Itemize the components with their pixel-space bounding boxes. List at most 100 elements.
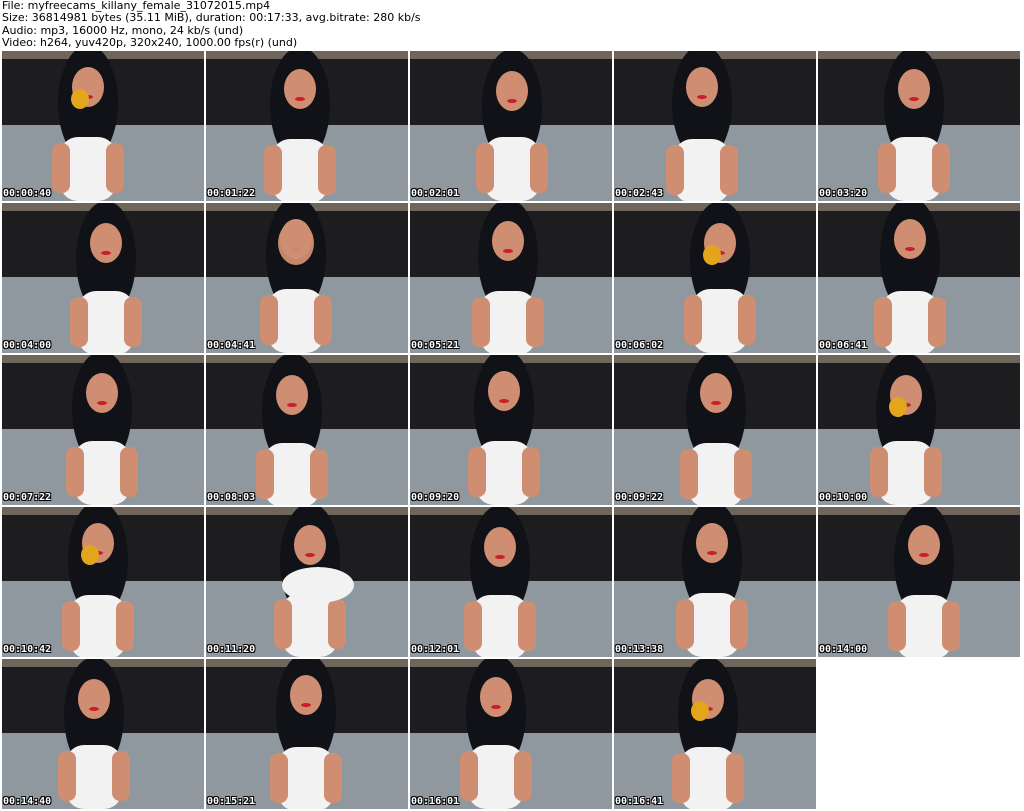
thumbnail-scene bbox=[2, 659, 204, 809]
arm-shape bbox=[70, 297, 88, 347]
arm-shape bbox=[734, 449, 752, 499]
thumbnail-timestamp: 00:01:22 bbox=[207, 188, 256, 199]
video-thumbnail: 00:01:22 bbox=[206, 51, 408, 201]
thumbnail-timestamp: 00:10:42 bbox=[3, 644, 52, 655]
arm-shape bbox=[464, 601, 482, 651]
hand-shape bbox=[278, 221, 314, 265]
arm-shape bbox=[726, 753, 744, 803]
lips-shape bbox=[295, 97, 305, 101]
lips-shape bbox=[909, 97, 919, 101]
arm-shape bbox=[530, 143, 548, 193]
video-thumbnail: 00:16:01 bbox=[410, 659, 612, 809]
thumbnail-timestamp: 00:15:21 bbox=[207, 796, 256, 807]
thumbnail-timestamp: 00:04:41 bbox=[207, 340, 256, 351]
thumbnail-scene bbox=[818, 51, 1020, 201]
lips-shape bbox=[305, 553, 315, 557]
lips-shape bbox=[491, 705, 501, 709]
arm-shape bbox=[720, 145, 738, 195]
arm-shape bbox=[526, 297, 544, 347]
video-thumbnail: 00:06:41 bbox=[818, 203, 1020, 353]
arm-shape bbox=[460, 751, 478, 801]
video-thumbnail: 00:03:20 bbox=[818, 51, 1020, 201]
arm-shape bbox=[314, 295, 332, 345]
arm-shape bbox=[680, 449, 698, 499]
thumbnail-scene bbox=[410, 51, 612, 201]
thumbnail-timestamp: 00:12:01 bbox=[411, 644, 460, 655]
thumbnail-timestamp: 00:04:00 bbox=[3, 340, 52, 351]
face-shape bbox=[696, 523, 728, 563]
face-shape bbox=[686, 67, 718, 107]
video-thumbnail: 00:13:38 bbox=[614, 507, 816, 657]
video-thumbnail: 00:08:03 bbox=[206, 355, 408, 505]
arm-shape bbox=[472, 297, 490, 347]
lips-shape bbox=[697, 95, 707, 99]
arm-shape bbox=[62, 601, 80, 651]
shirt-shape bbox=[282, 567, 354, 603]
thumbnail-timestamp: 00:13:38 bbox=[615, 644, 664, 655]
video-thumbnail: 00:15:21 bbox=[206, 659, 408, 809]
thumbnail-scene bbox=[206, 659, 408, 809]
lips-shape bbox=[101, 251, 111, 255]
video-thumbnail: 00:06:02 bbox=[614, 203, 816, 353]
thumbnail-timestamp: 00:14:00 bbox=[819, 644, 868, 655]
video-thumbnail: 00:16:41 bbox=[614, 659, 816, 809]
thumbnail-timestamp: 00:03:20 bbox=[819, 188, 868, 199]
video-info-line: Video: h264, yuv420p, 320x240, 1000.00 f… bbox=[2, 36, 298, 50]
lips-shape bbox=[707, 551, 717, 555]
video-thumbnail: 00:09:20 bbox=[410, 355, 612, 505]
arm-shape bbox=[270, 753, 288, 803]
video-thumbnail: 00:09:22 bbox=[614, 355, 816, 505]
video-thumbnail: 00:05:21 bbox=[410, 203, 612, 353]
arm-shape bbox=[874, 297, 892, 347]
arm-shape bbox=[58, 751, 76, 801]
face-shape bbox=[290, 675, 322, 715]
thumbnail-timestamp: 00:02:01 bbox=[411, 188, 460, 199]
thumbnail-scene bbox=[2, 51, 204, 201]
arm-shape bbox=[514, 751, 532, 801]
thumbnail-timestamp: 00:16:41 bbox=[615, 796, 664, 807]
arm-shape bbox=[522, 447, 540, 497]
thumbnail-scene bbox=[206, 507, 408, 657]
face-shape bbox=[492, 221, 524, 261]
size-info-line: Size: 36814981 bytes (35.11 MiB), durati… bbox=[2, 11, 421, 25]
thumbnail-timestamp: 00:02:43 bbox=[615, 188, 664, 199]
video-thumbnail: 00:04:00 bbox=[2, 203, 204, 353]
video-thumbnail: 00:11:20 bbox=[206, 507, 408, 657]
arm-shape bbox=[66, 447, 84, 497]
face-shape bbox=[700, 373, 732, 413]
face-shape bbox=[276, 375, 308, 415]
video-thumbnail: 00:02:01 bbox=[410, 51, 612, 201]
video-thumbnail: 00:10:00 bbox=[818, 355, 1020, 505]
arm-shape bbox=[116, 601, 134, 651]
thumbnail-timestamp: 00:08:03 bbox=[207, 492, 256, 503]
lips-shape bbox=[499, 399, 509, 403]
arm-shape bbox=[274, 599, 292, 649]
face-shape bbox=[908, 525, 940, 565]
arm-shape bbox=[878, 143, 896, 193]
thumbnail-scene bbox=[614, 659, 816, 809]
thumbnail-scene bbox=[2, 203, 204, 353]
arm-shape bbox=[932, 143, 950, 193]
thumbnail-timestamp: 00:06:02 bbox=[615, 340, 664, 351]
thumbnail-timestamp: 00:00:40 bbox=[3, 188, 52, 199]
thumbnail-scene bbox=[410, 355, 612, 505]
thumbnail-scene bbox=[410, 507, 612, 657]
thumbnail-timestamp: 00:05:21 bbox=[411, 340, 460, 351]
thumbnail-scene bbox=[206, 203, 408, 353]
arm-shape bbox=[468, 447, 486, 497]
lips-shape bbox=[711, 401, 721, 405]
lips-shape bbox=[89, 707, 99, 711]
video-thumbnail: 00:12:01 bbox=[410, 507, 612, 657]
arm-shape bbox=[106, 143, 124, 193]
arm-shape bbox=[738, 295, 756, 345]
fruit-shape bbox=[889, 397, 907, 417]
arm-shape bbox=[112, 751, 130, 801]
face-shape bbox=[488, 371, 520, 411]
arm-shape bbox=[318, 145, 336, 195]
face-shape bbox=[898, 69, 930, 109]
arm-shape bbox=[888, 601, 906, 651]
thumbnail-scene bbox=[2, 507, 204, 657]
thumbnail-timestamp: 00:09:20 bbox=[411, 492, 460, 503]
arm-shape bbox=[328, 599, 346, 649]
video-thumbnail: 00:14:40 bbox=[2, 659, 204, 809]
